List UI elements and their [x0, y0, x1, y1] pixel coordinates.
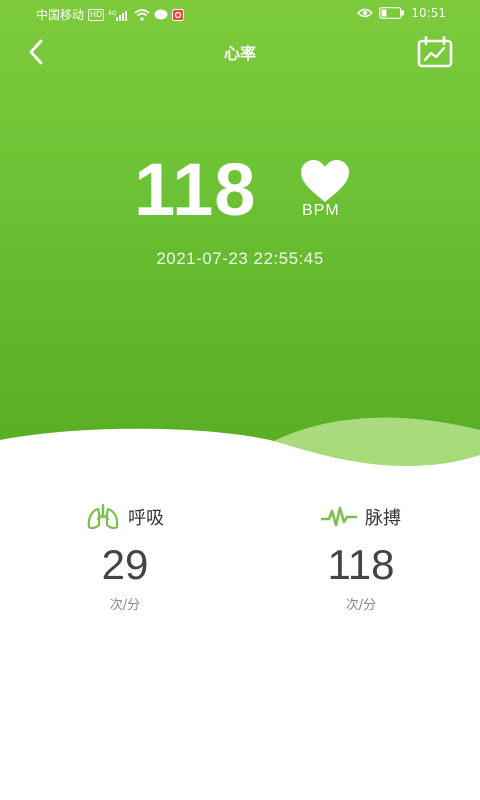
stat-label: 脉搏: [365, 508, 401, 529]
eye-icon: [357, 7, 374, 19]
wifi-icon: [134, 8, 150, 21]
status-time: 10:51: [411, 6, 446, 20]
history-chart-button[interactable]: [416, 34, 454, 70]
notification-app-icon: [172, 8, 185, 21]
stat-unit: 次/分: [345, 598, 377, 613]
svg-text:4G: 4G: [108, 10, 117, 17]
carrier-name: 中国移动: [36, 8, 85, 22]
status-right: 10:51: [357, 6, 446, 20]
stat-respiration: 呼吸 29 次/分: [40, 500, 210, 613]
calendar-chart-icon: [417, 36, 453, 68]
status-left: 中国移动 HD 4G: [36, 6, 185, 23]
stat-unit: 次/分: [109, 598, 141, 613]
heart-icon: [301, 160, 349, 202]
nav-bar: 心率: [0, 28, 480, 76]
page-title: 心率: [223, 44, 256, 63]
stat-value: 29: [101, 541, 149, 588]
stat-header: 呼吸: [40, 500, 210, 534]
measurement-timestamp: 2021-07-23 22:55:45: [156, 249, 324, 268]
bpm-display: 118 BPM: [134, 148, 364, 236]
bpm-value: 118: [134, 148, 257, 231]
pulse-wave-icon: [321, 506, 357, 527]
hd-badge: HD: [88, 8, 105, 21]
stat-pulse: 脉搏 118 次/分: [276, 500, 446, 613]
lungs-icon: [87, 503, 119, 530]
stat-label: 呼吸: [128, 508, 164, 529]
bpm-unit: BPM: [302, 202, 340, 219]
battery-icon: [379, 7, 405, 19]
stat-header: 脉搏: [276, 500, 446, 534]
signal-icon: 4G: [108, 9, 130, 21]
status-bar: 中国移动 HD 4G 10:51: [0, 0, 480, 28]
stat-value: 118: [327, 541, 395, 588]
message-icon: [154, 9, 168, 21]
